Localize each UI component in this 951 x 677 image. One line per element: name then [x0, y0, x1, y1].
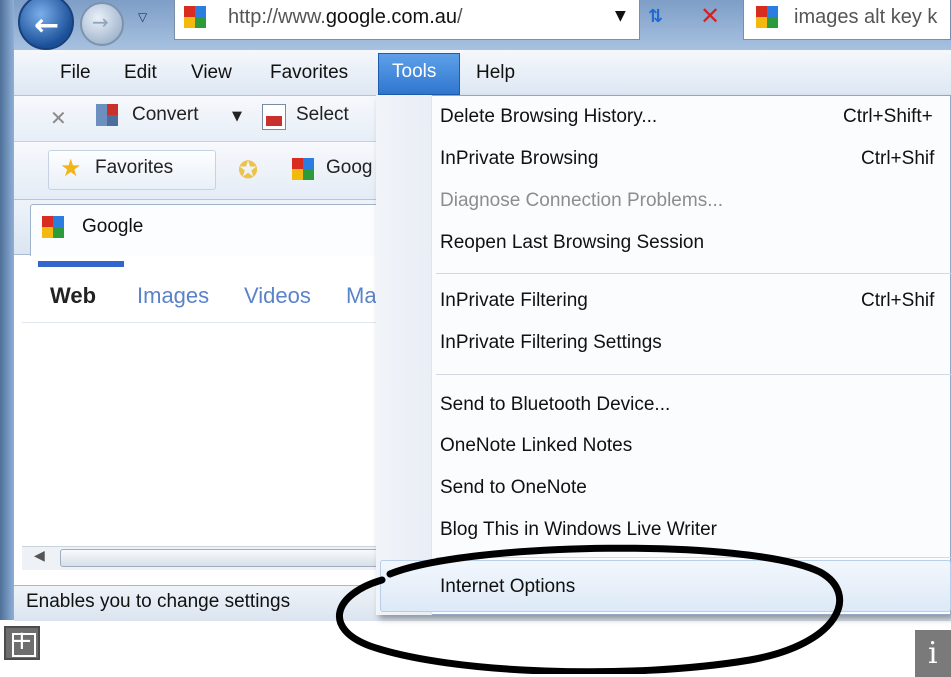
add-to-favorites-icon[interactable]: ✪ — [238, 156, 258, 184]
shortcut-delete-browsing-history: Ctrl+Shift+ — [843, 106, 933, 127]
menu-edit[interactable]: Edit — [124, 62, 157, 84]
scrollbar-thumb[interactable] — [60, 549, 378, 567]
address-dropdown-icon[interactable]: ▼ — [615, 8, 626, 24]
menu-item-diagnose-connection-problems: Diagnose Connection Problems... — [440, 190, 724, 211]
menu-separator — [436, 557, 951, 558]
select-button[interactable]: Select — [296, 104, 349, 126]
google-favicon-icon — [292, 158, 314, 180]
google-link-images[interactable]: Images — [137, 283, 209, 309]
menu-item-onenote-linked-notes[interactable]: OneNote Linked Notes — [440, 435, 632, 457]
info-icon: i — [928, 636, 938, 671]
menu-separator — [436, 374, 951, 375]
google-nav-divider — [22, 322, 382, 323]
favorites-label: Favorites — [95, 157, 174, 178]
recent-pages-chevron-down-icon[interactable]: ▽ — [138, 10, 147, 24]
shortcut-inprivate-browsing: Ctrl+Shif — [861, 148, 935, 169]
tools-menu-icon-gutter — [376, 95, 432, 615]
google-link-videos[interactable]: Videos — [244, 283, 311, 309]
menu-file[interactable]: File — [60, 62, 91, 84]
google-link-web[interactable]: Web — [50, 283, 96, 309]
address-url[interactable]: http://www.google.com.au/ — [228, 6, 463, 29]
search-provider-icon — [756, 6, 778, 28]
menu-item-internet-options[interactable]: Internet Options — [440, 576, 575, 598]
menu-item-inprivate-filtering[interactable]: InPrivate Filtering — [440, 290, 588, 312]
scroll-left-icon[interactable]: ◀ — [34, 548, 45, 564]
back-arrow-icon: ← — [34, 8, 60, 43]
favorites-star-icon: ★ — [60, 154, 82, 182]
menu-separator — [436, 273, 951, 274]
status-text: Enables you to change settings — [26, 591, 291, 612]
plus-icon: + — [11, 626, 33, 656]
close-toolbar-icon[interactable]: ✕ — [50, 106, 67, 130]
menu-item-reopen-last-browsing-session[interactable]: Reopen Last Browsing Session — [440, 232, 704, 254]
search-text[interactable]: images alt key k — [794, 6, 937, 29]
google-header-strip — [38, 261, 124, 267]
convert-chevron-down-icon[interactable]: ▼ — [232, 109, 242, 124]
menu-view[interactable]: View — [191, 62, 232, 84]
menu-item-send-to-bluetooth[interactable]: Send to Bluetooth Device... — [440, 394, 670, 416]
tab-favicon-icon — [42, 216, 64, 238]
forward-arrow-icon: → — [92, 10, 109, 34]
menu-tools[interactable]: Tools — [378, 53, 460, 95]
menu-item-inprivate-filtering-settings[interactable]: InPrivate Filtering Settings — [440, 332, 662, 354]
menu-help[interactable]: Help — [476, 62, 515, 84]
select-pdf-icon — [262, 104, 286, 130]
convert-button[interactable]: Convert — [132, 104, 199, 126]
menu-item-inprivate-browsing[interactable]: InPrivate Browsing — [440, 148, 598, 170]
menu-item-send-to-onenote[interactable]: Send to OneNote — [440, 477, 587, 499]
tab-title: Google — [82, 216, 144, 237]
shortcut-inprivate-filtering: Ctrl+Shif — [861, 290, 935, 311]
menu-favorites[interactable]: Favorites — [270, 62, 348, 84]
menu-item-delete-browsing-history[interactable]: Delete Browsing History... — [440, 106, 657, 128]
favorite-google-link[interactable]: Goog — [326, 157, 372, 179]
menu-item-blog-this[interactable]: Blog This in Windows Live Writer — [440, 519, 717, 541]
stop-icon[interactable]: ✕ — [700, 2, 720, 30]
google-link-maps[interactable]: Ma — [346, 283, 377, 309]
window-frame-edge — [0, 0, 14, 620]
compatibility-view-icon[interactable]: ⇅ — [648, 6, 663, 27]
google-favicon-icon — [184, 6, 206, 28]
convert-pdf-icon — [96, 104, 126, 130]
